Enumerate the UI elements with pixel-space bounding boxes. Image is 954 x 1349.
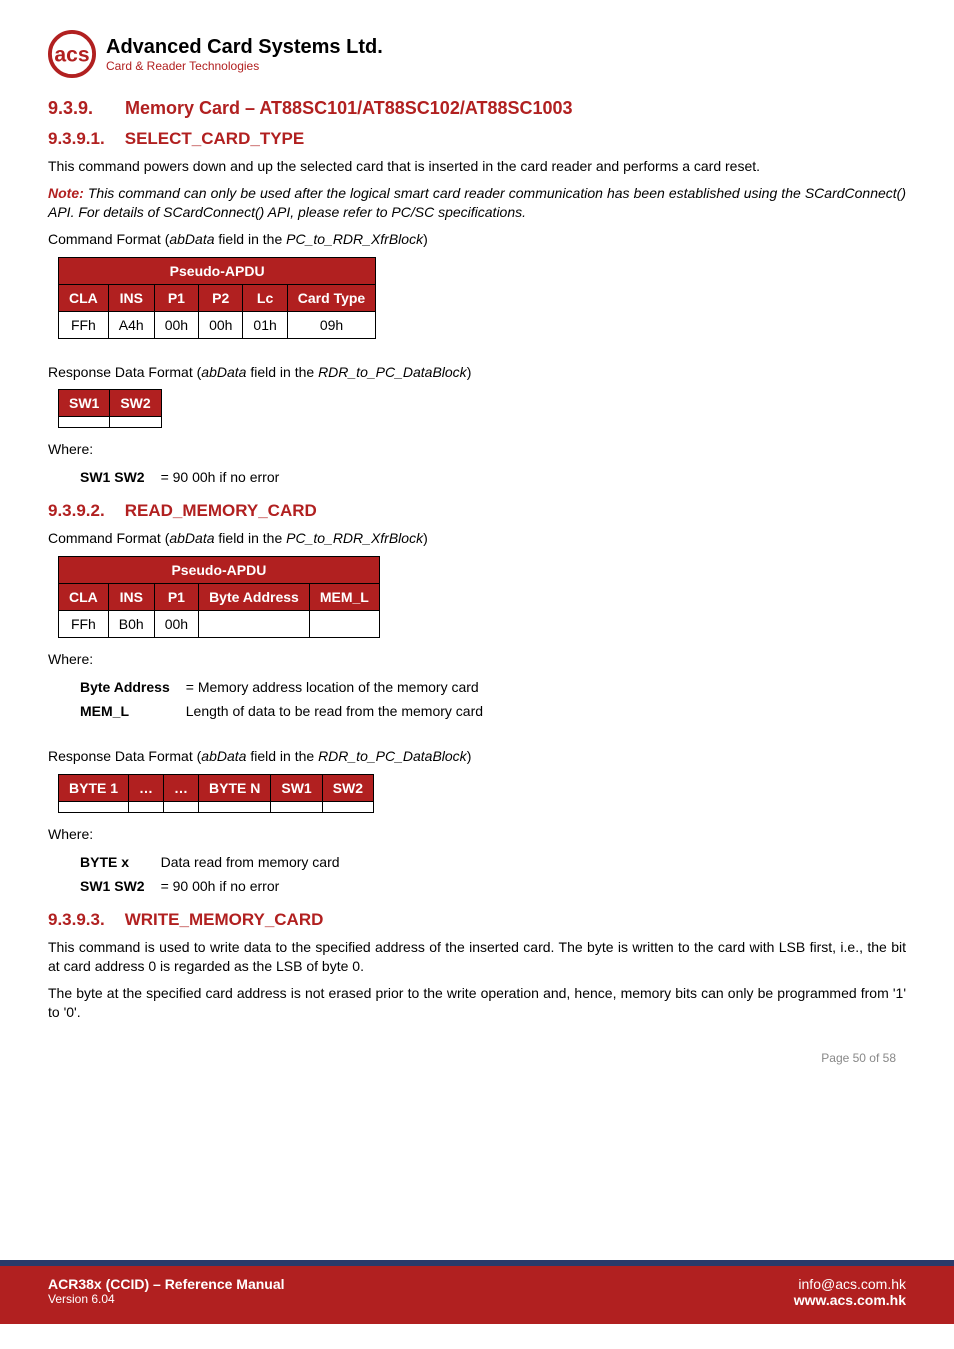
col-header: CLA — [59, 284, 109, 311]
command-format-label: Command Format (abData field in the PC_t… — [48, 529, 906, 548]
section-number: 9.3.9.2. — [48, 501, 120, 521]
col-header: P1 — [154, 284, 198, 311]
where-label: Where: — [48, 825, 906, 844]
col-header: BYTE N — [199, 775, 271, 802]
note-label: Note: — [48, 185, 84, 201]
section-9391-heading: 9.3.9.1. SELECT_CARD_TYPE — [48, 129, 906, 149]
col-header: … — [164, 775, 199, 802]
document-header: acs Advanced Card Systems Ltd. Card & Re… — [48, 30, 906, 78]
table-row: FFh B0h 00h — [59, 611, 380, 638]
section-939-heading: 9.3.9. Memory Card – AT88SC101/AT88SC102… — [48, 98, 906, 119]
response-format-label: Response Data Format (abData field in th… — [48, 747, 906, 766]
pseudo-apdu-table-2: Pseudo-APDU CLA INS P1 Byte Address MEM_… — [58, 556, 380, 638]
def-desc: = Memory address location of the memory … — [178, 675, 491, 699]
col-header: Card Type — [287, 284, 375, 311]
header-text: Advanced Card Systems Ltd. Card & Reader… — [106, 36, 383, 73]
definition-row: Byte Address = Memory address location o… — [72, 675, 491, 699]
definition-row: SW1 SW2 = 90 00h if no error — [72, 874, 348, 898]
table-title: Pseudo-APDU — [59, 257, 376, 284]
write-description-1: This command is used to write data to th… — [48, 938, 906, 976]
footer-left: ACR38x (CCID) – Reference Manual Version… — [48, 1276, 285, 1308]
col-header: P2 — [199, 284, 243, 311]
command-format-label: Command Format (abData field in the PC_t… — [48, 230, 906, 249]
footer-version: Version 6.04 — [48, 1292, 285, 1306]
definition-row: BYTE x Data read from memory card — [72, 850, 348, 874]
section-title: Memory Card – AT88SC101/AT88SC102/AT88SC… — [125, 98, 573, 118]
section-number: 9.3.9.1. — [48, 129, 120, 149]
def-term: BYTE x — [72, 850, 153, 874]
def-term: MEM_L — [72, 699, 178, 723]
section-number: 9.3.9.3. — [48, 910, 120, 930]
col-header: Byte Address — [199, 584, 310, 611]
def-desc: = 90 00h if no error — [153, 874, 348, 898]
where-label: Where: — [48, 650, 906, 669]
response-table-1: SW1 SW2 — [58, 389, 162, 428]
pseudo-apdu-table-1: Pseudo-APDU CLA INS P1 P2 Lc Card Type F… — [58, 257, 376, 339]
select-description: This command powers down and up the sele… — [48, 157, 906, 176]
section-title: READ_MEMORY_CARD — [125, 501, 317, 520]
col-header: … — [129, 775, 164, 802]
write-description-2: The byte at the specified card address i… — [48, 984, 906, 1022]
where-label: Where: — [48, 440, 906, 459]
table-row — [59, 417, 162, 428]
document-footer: ACR38x (CCID) – Reference Manual Version… — [0, 1260, 954, 1324]
col-header: INS — [108, 284, 154, 311]
footer-site: www.acs.com.hk — [794, 1292, 906, 1308]
section-title: WRITE_MEMORY_CARD — [125, 910, 324, 929]
table-row — [59, 802, 374, 813]
svg-text:acs: acs — [54, 44, 89, 67]
footer-right: info@acs.com.hk www.acs.com.hk — [794, 1276, 906, 1308]
note-body: This command can only be used after the … — [48, 185, 906, 220]
col-header: SW1 — [271, 775, 322, 802]
def-term: SW1 SW2 — [72, 874, 153, 898]
footer-email: info@acs.com.hk — [794, 1276, 906, 1292]
response-table-2: BYTE 1 … … BYTE N SW1 SW2 — [58, 774, 374, 813]
definition-row: MEM_L Length of data to be read from the… — [72, 699, 491, 723]
footer-doc-title: ACR38x (CCID) – Reference Manual — [48, 1276, 285, 1292]
section-9393-heading: 9.3.9.3. WRITE_MEMORY_CARD — [48, 910, 906, 930]
col-header: SW2 — [322, 775, 373, 802]
company-subtitle: Card & Reader Technologies — [106, 59, 383, 73]
col-header: Lc — [243, 284, 287, 311]
col-header: P1 — [154, 584, 198, 611]
response-format-label: Response Data Format (abData field in th… — [48, 363, 906, 382]
definition-list: SW1 SW2 = 90 00h if no error — [72, 465, 287, 489]
col-header: BYTE 1 — [59, 775, 129, 802]
def-term: SW1 SW2 — [72, 465, 153, 489]
section-title: SELECT_CARD_TYPE — [125, 129, 304, 148]
def-term: Byte Address — [72, 675, 178, 699]
def-desc: Length of data to be read from the memor… — [178, 699, 491, 723]
definition-list: Byte Address = Memory address location o… — [72, 675, 491, 723]
company-logo-icon: acs — [48, 30, 96, 78]
page-number: Page 50 of 58 — [48, 1051, 906, 1065]
col-header: INS — [108, 584, 154, 611]
def-desc: Data read from memory card — [153, 850, 348, 874]
note-paragraph: Note: This command can only be used afte… — [48, 184, 906, 222]
section-9392-heading: 9.3.9.2. READ_MEMORY_CARD — [48, 501, 906, 521]
col-header: MEM_L — [309, 584, 379, 611]
section-number: 9.3.9. — [48, 98, 120, 119]
definition-list: BYTE x Data read from memory card SW1 SW… — [72, 850, 348, 898]
col-header: SW2 — [110, 390, 161, 417]
table-row: FFh A4h 00h 00h 01h 09h — [59, 311, 376, 338]
col-header: SW1 — [59, 390, 110, 417]
document-body: 9.3.9. Memory Card – AT88SC101/AT88SC102… — [48, 98, 906, 1021]
def-desc: = 90 00h if no error — [153, 465, 288, 489]
company-name: Advanced Card Systems Ltd. — [106, 36, 383, 59]
definition-row: SW1 SW2 = 90 00h if no error — [72, 465, 287, 489]
col-header: CLA — [59, 584, 109, 611]
table-title: Pseudo-APDU — [59, 557, 380, 584]
